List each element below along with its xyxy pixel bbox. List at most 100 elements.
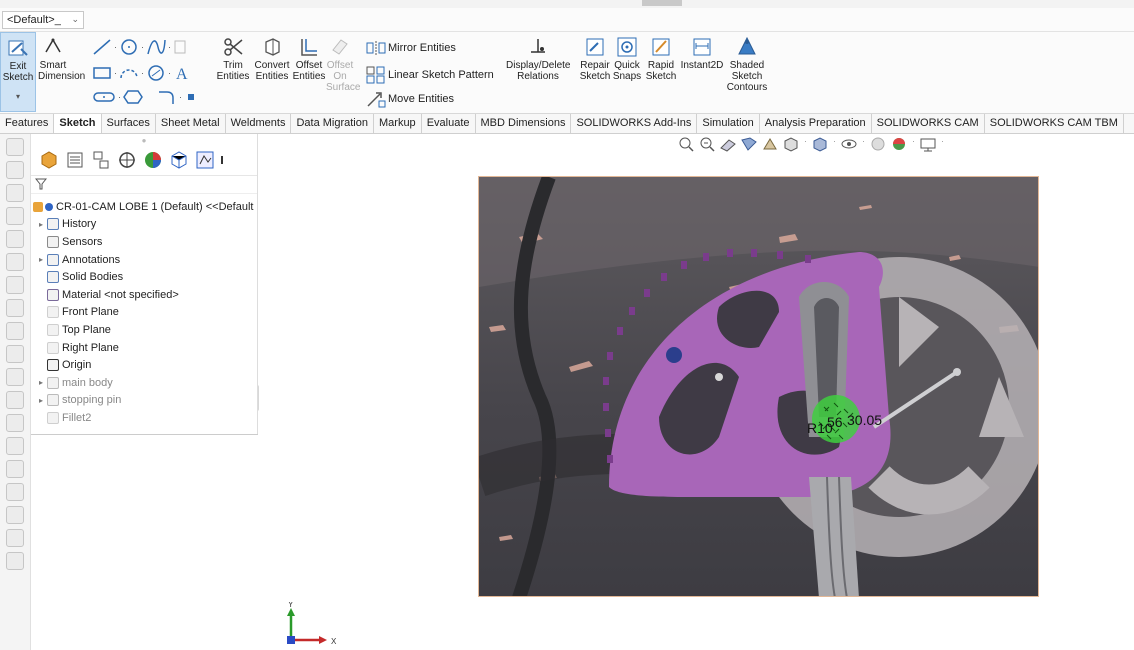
task-icon[interactable] xyxy=(6,161,24,179)
task-icon[interactable] xyxy=(6,460,24,478)
tree-item[interactable]: ▸ main body xyxy=(33,374,257,392)
task-icon[interactable] xyxy=(6,230,24,248)
tree-item[interactable]: ▸ Annotations xyxy=(33,251,257,269)
point-icon[interactable] xyxy=(184,88,198,106)
task-icon[interactable] xyxy=(6,552,24,570)
view-orientation-dropdown-icon[interactable]: · xyxy=(803,136,808,152)
convert-entities-button[interactable]: Convert Entities xyxy=(252,36,292,82)
polygon-icon[interactable] xyxy=(146,64,166,82)
task-icon[interactable] xyxy=(6,322,24,340)
tab-markup[interactable]: Markup xyxy=(374,114,422,133)
tab-surfaces[interactable]: Surfaces xyxy=(102,114,156,133)
task-icon[interactable] xyxy=(6,299,24,317)
task-icon[interactable] xyxy=(6,276,24,294)
expand-arrow-icon[interactable]: ▸ xyxy=(35,255,47,264)
task-icon[interactable] xyxy=(6,391,24,409)
fillet-icon[interactable] xyxy=(157,88,177,106)
property-manager-tab-icon[interactable] xyxy=(63,148,87,172)
circle-icon[interactable] xyxy=(119,38,139,56)
display-style-dropdown-icon[interactable]: · xyxy=(832,136,837,152)
tree-item[interactable]: Top Plane xyxy=(33,321,257,339)
line-icon[interactable] xyxy=(92,38,112,56)
rapid-sketch-button[interactable]: Rapid Sketch xyxy=(644,36,678,82)
exit-sketch-button[interactable]: Exit Sketch ▾ xyxy=(0,32,36,112)
dimension-value-label[interactable]: 30.05 xyxy=(847,412,882,428)
panel-grip[interactable]: ● xyxy=(31,134,257,148)
tree-item[interactable]: Fillet2 xyxy=(33,409,257,427)
view-settings-dropdown-icon[interactable]: · xyxy=(940,136,945,152)
task-icon[interactable] xyxy=(6,437,24,455)
tree-item[interactable]: Origin xyxy=(33,356,257,374)
tab-analysis-preparation[interactable]: Analysis Preparation xyxy=(760,114,872,133)
tree-item[interactable]: Sensors xyxy=(33,233,257,251)
offset-on-surface-button[interactable]: Offset On Surface xyxy=(326,36,360,93)
rectangle-icon[interactable] xyxy=(92,64,112,82)
expand-arrow-icon[interactable]: ▸ xyxy=(35,396,47,405)
hide-show-items-icon[interactable] xyxy=(840,136,858,152)
graphics-area[interactable]: · · · · · R10 56 30.05 Y X xyxy=(259,134,1134,650)
zoom-to-fit-icon[interactable] xyxy=(677,136,695,152)
rectangle-dropdown-icon[interactable]: · xyxy=(114,68,117,78)
text-icon[interactable]: A xyxy=(173,64,193,82)
arc-icon[interactable] xyxy=(119,64,139,82)
offset-entities-button[interactable]: Offset Entities xyxy=(292,36,326,82)
tab-data-migration[interactable]: Data Migration xyxy=(291,114,374,133)
dimxpert-tab-icon[interactable] xyxy=(115,148,139,172)
more-tabs-icon[interactable] xyxy=(219,148,227,172)
task-icon[interactable] xyxy=(6,414,24,432)
ellipse-icon[interactable] xyxy=(123,88,143,106)
display-delete-relations-button[interactable]: Display/Delete Relations xyxy=(506,36,570,82)
line-dropdown-icon[interactable]: · xyxy=(114,42,117,52)
hide-show-dropdown-icon[interactable]: · xyxy=(861,136,866,152)
tab-weldments[interactable]: Weldments xyxy=(226,114,292,133)
spline-icon[interactable] xyxy=(146,38,166,56)
mirror-entities-button[interactable]: Mirror Entities xyxy=(366,40,456,56)
tab-solidworks-cam[interactable]: SOLIDWORKS CAM xyxy=(872,114,985,133)
task-icon[interactable] xyxy=(6,506,24,524)
move-entities-button[interactable]: Move Entities xyxy=(366,90,454,108)
display-manager-tab-icon[interactable] xyxy=(141,148,165,172)
quick-snaps-button[interactable]: Quick Snaps xyxy=(612,36,642,82)
task-icon[interactable] xyxy=(6,345,24,363)
cam-feature-tree-tab-icon[interactable] xyxy=(167,148,191,172)
tab-sheet-metal[interactable]: Sheet Metal xyxy=(156,114,226,133)
task-icon[interactable] xyxy=(6,138,24,156)
sketch-picture[interactable]: R10 56 30.05 xyxy=(478,176,1039,597)
tab-evaluate[interactable]: Evaluate xyxy=(422,114,476,133)
tab-features[interactable]: Features xyxy=(0,114,55,133)
slot-dropdown-icon[interactable]: · xyxy=(118,92,121,102)
tab-sketch[interactable]: Sketch xyxy=(54,114,102,133)
tree-root[interactable]: CR-01-CAM LOBE 1 (Default) <<Default xyxy=(33,198,257,216)
task-icon[interactable] xyxy=(6,184,24,202)
tree-item[interactable]: ▸ stopping pin xyxy=(33,392,257,410)
arc-dropdown-icon[interactable]: · xyxy=(141,68,144,78)
edit-appearance-icon[interactable] xyxy=(869,136,887,152)
expand-arrow-icon[interactable]: ▸ xyxy=(35,220,47,229)
instant2d-button[interactable]: Instant2D xyxy=(680,36,724,71)
zoom-to-area-icon[interactable] xyxy=(698,136,716,152)
spline-dropdown-icon[interactable]: · xyxy=(168,42,171,52)
apply-scene-icon[interactable] xyxy=(890,136,908,152)
tree-item[interactable]: ▸ History xyxy=(33,216,257,234)
polygon-dropdown-icon[interactable]: · xyxy=(168,68,171,78)
repair-sketch-button[interactable]: Repair Sketch xyxy=(578,36,612,82)
section-view-icon[interactable] xyxy=(740,136,758,152)
tab-solidworks-cam-tbm[interactable]: SOLIDWORKS CAM TBM xyxy=(985,114,1124,133)
smart-dimension-button[interactable]: Smart Dimension xyxy=(38,36,85,82)
apply-scene-dropdown-icon[interactable]: · xyxy=(911,136,916,152)
task-icon[interactable] xyxy=(6,253,24,271)
fillet-dropdown-icon[interactable]: · xyxy=(179,92,182,102)
tree-item[interactable]: Solid Bodies xyxy=(33,268,257,286)
trim-entities-button[interactable]: Trim Entities xyxy=(216,36,250,82)
dynamic-annotation-icon[interactable] xyxy=(761,136,779,152)
linear-sketch-pattern-button[interactable]: Linear Sketch Pattern xyxy=(366,66,494,84)
expand-arrow-icon[interactable]: ▸ xyxy=(35,378,47,387)
tree-filter[interactable] xyxy=(31,176,257,194)
feature-manager-tab-icon[interactable] xyxy=(37,148,61,172)
view-orientation-icon[interactable] xyxy=(782,136,800,152)
task-icon[interactable] xyxy=(6,529,24,547)
cam-operation-tree-tab-icon[interactable] xyxy=(193,148,217,172)
dimension-extra-label[interactable]: 56 xyxy=(827,414,843,430)
tab-simulation[interactable]: Simulation xyxy=(697,114,760,133)
tree-item[interactable]: Material <not specified> xyxy=(33,286,257,304)
